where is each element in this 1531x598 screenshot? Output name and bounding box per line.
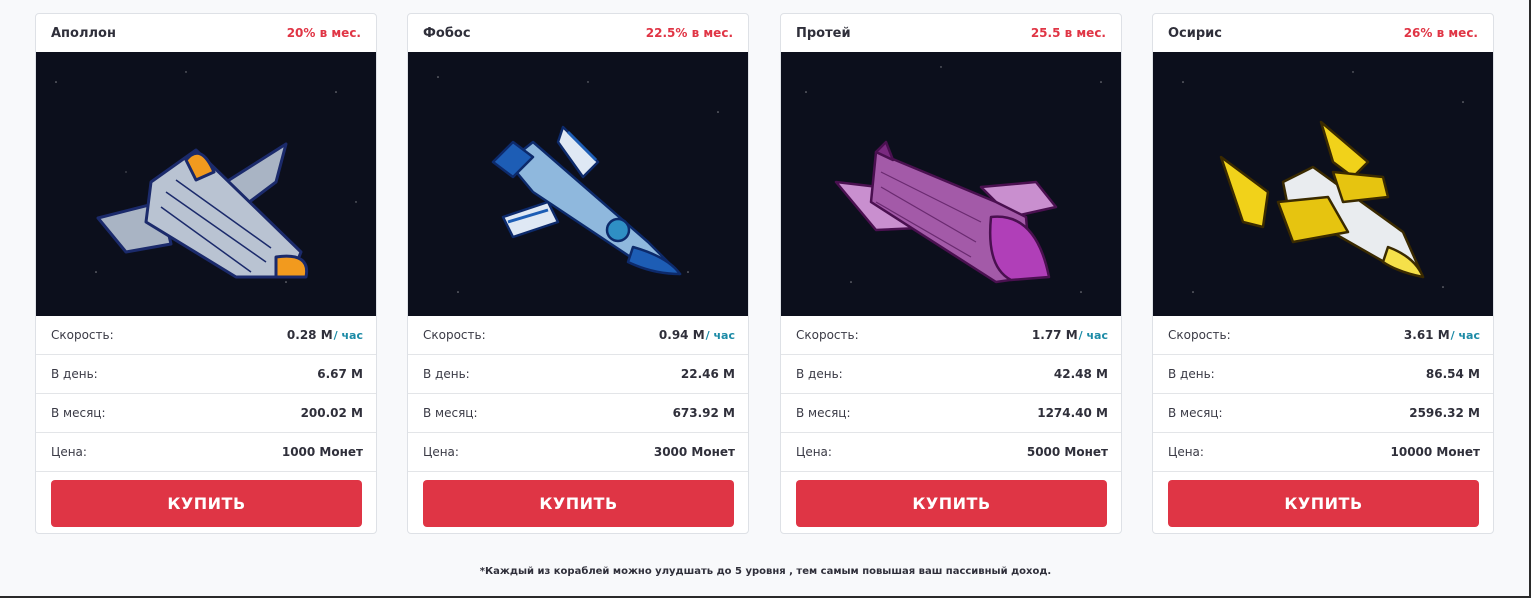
ship-name: Фобос: [423, 25, 471, 41]
day-label: В день:: [51, 367, 98, 381]
ship-card-osiris: Осирис 26% в мес. Скорость: 3.61 М/ час В…: [1152, 13, 1494, 534]
buy-button[interactable]: КУПИТЬ: [1168, 480, 1479, 527]
ship-card-proteus: Протей 25.5 в мес. Скорость: 1.77 М/ час …: [780, 13, 1122, 534]
speed-label: Скорость:: [1168, 328, 1231, 342]
price-label: Цена:: [1168, 445, 1204, 459]
speed-number: 1.77 М: [1031, 328, 1078, 342]
price-row: Цена: 1000 Монет: [36, 433, 376, 472]
ship-stats: Скорость: 1.77 М/ час В день: 42.48 М В ме…: [781, 316, 1121, 472]
ship-rate: 22.5% в мес.: [645, 26, 733, 40]
day-row: В день: 22.46 М: [408, 355, 748, 394]
proteus-ship-image: [781, 52, 1121, 316]
apollo-ship-image: [36, 52, 376, 316]
price-row: Цена: 5000 Монет: [781, 433, 1121, 472]
price-label: Цена:: [796, 445, 832, 459]
speed-number: 0.94 М: [658, 328, 705, 342]
card-header: Аполлон 20% в мес.: [36, 14, 376, 52]
buy-button[interactable]: КУПИТЬ: [423, 480, 734, 527]
speed-value: 1.77 М/ час: [1032, 328, 1108, 342]
ship-name: Осирис: [1168, 25, 1222, 41]
month-label: В месяц:: [796, 406, 851, 420]
month-row: В месяц: 200.02 М: [36, 394, 376, 433]
ship-rate: 25.5 в мес.: [1030, 26, 1106, 40]
speed-row: Скорость: 3.61 М/ час: [1153, 316, 1493, 355]
speed-number: 3.61 М: [1403, 328, 1450, 342]
ship-stats: Скорость: 0.28 М/ час В день: 6.67 М В мес…: [36, 316, 376, 472]
card-header: Фобос 22.5% в мес.: [408, 14, 748, 52]
ship-card-phobos: Фобос 22.5% в мес. Скорость: 0.94 М/ час …: [407, 13, 749, 534]
price-row: Цена: 10000 Монет: [1153, 433, 1493, 472]
price-value: 3000 Монет: [653, 445, 735, 459]
speed-label: Скорость:: [423, 328, 486, 342]
price-label: Цена:: [423, 445, 459, 459]
day-value: 22.46 М: [680, 367, 735, 381]
speed-value: 3.61 М/ час: [1404, 328, 1480, 342]
price-row: Цена: 3000 Монет: [408, 433, 748, 472]
price-value: 1000 Монет: [281, 445, 363, 459]
speed-value: 0.94 М/ час: [659, 328, 735, 342]
speed-row: Скорость: 1.77 М/ час: [781, 316, 1121, 355]
speed-row: Скорость: 0.28 М/ час: [36, 316, 376, 355]
ship-name: Протей: [796, 25, 851, 41]
day-row: В день: 6.67 М: [36, 355, 376, 394]
card-header: Осирис 26% в мес.: [1153, 14, 1493, 52]
ship-rate: 20% в мес.: [286, 26, 361, 40]
price-label: Цена:: [51, 445, 87, 459]
month-value: 200.02 М: [300, 406, 363, 420]
month-row: В месяц: 2596.32 М: [1153, 394, 1493, 433]
day-value: 42.48 М: [1053, 367, 1108, 381]
speed-label: Скорость:: [796, 328, 859, 342]
ship-card-apollo: Аполлон 20% в мес. Скорость: 0.28 М/ час …: [35, 13, 377, 534]
card-header: Протей 25.5 в мес.: [781, 14, 1121, 52]
speed-unit: / час: [1078, 329, 1108, 342]
ship-stats: Скорость: 3.61 М/ час В день: 86.54 М В ме…: [1153, 316, 1493, 472]
day-row: В день: 86.54 М: [1153, 355, 1493, 394]
speed-label: Скорость:: [51, 328, 114, 342]
buy-button[interactable]: КУПИТЬ: [51, 480, 362, 527]
ship-rate: 26% в мес.: [1403, 26, 1478, 40]
day-label: В день:: [1168, 367, 1215, 381]
ship-stats: Скорость: 0.94 М/ час В день: 22.46 М В ме…: [408, 316, 748, 472]
ship-name: Аполлон: [51, 25, 116, 41]
price-value: 5000 Монет: [1026, 445, 1108, 459]
speed-unit: / час: [705, 329, 735, 342]
speed-row: Скорость: 0.94 М/ час: [408, 316, 748, 355]
month-value: 673.92 М: [672, 406, 735, 420]
day-value: 6.67 М: [317, 367, 363, 381]
month-value: 2596.32 М: [1409, 406, 1480, 420]
day-row: В день: 42.48 М: [781, 355, 1121, 394]
day-label: В день:: [796, 367, 843, 381]
speed-unit: / час: [333, 329, 363, 342]
price-value: 10000 Монет: [1390, 445, 1481, 459]
month-label: В месяц:: [51, 406, 106, 420]
osiris-ship-image: [1153, 52, 1493, 316]
upgrade-footnote: *Каждый из кораблей можно улудшать до 5 …: [479, 566, 1052, 577]
speed-value: 0.28 М/ час: [287, 328, 363, 342]
month-row: В месяц: 1274.40 М: [781, 394, 1121, 433]
speed-number: 0.28 М: [286, 328, 333, 342]
month-label: В месяц:: [423, 406, 478, 420]
speed-unit: / час: [1450, 329, 1480, 342]
phobos-ship-image: [408, 52, 748, 316]
month-label: В месяц:: [1168, 406, 1223, 420]
day-label: В день:: [423, 367, 470, 381]
day-value: 86.54 М: [1425, 367, 1480, 381]
buy-button[interactable]: КУПИТЬ: [796, 480, 1107, 527]
month-row: В месяц: 673.92 М: [408, 394, 748, 433]
month-value: 1274.40 М: [1037, 406, 1108, 420]
